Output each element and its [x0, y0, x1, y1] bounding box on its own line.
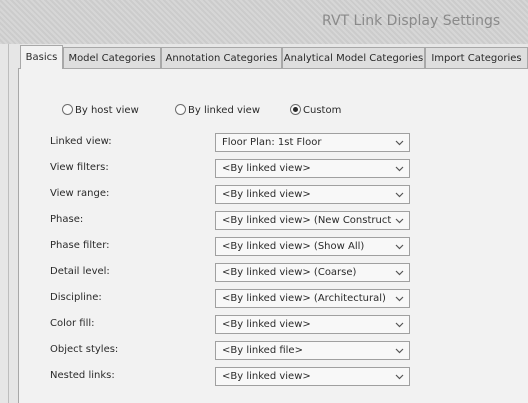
color-fill-value: <By linked view> — [222, 319, 311, 330]
chevron-down-icon — [395, 270, 404, 276]
phase-label: Phase: — [50, 214, 84, 225]
discipline-label: Discipline: — [50, 292, 102, 303]
nested-links-value: <By linked view> — [222, 371, 311, 382]
radio-unselected-icon — [62, 103, 73, 115]
view-filters-dropdown[interactable]: <By linked view> — [215, 159, 410, 178]
window-title: RVT Link Display Settings — [322, 13, 501, 29]
tab-import-categories[interactable]: Import Categories — [425, 47, 528, 68]
phase-dropdown[interactable]: <By linked view> (New Constructio — [215, 211, 410, 230]
chevron-down-icon — [395, 140, 404, 146]
radio-unselected-icon — [175, 103, 186, 115]
linked-view-value: Floor Plan: 1st Floor — [222, 137, 322, 148]
object-styles-dropdown[interactable]: <By linked file> — [215, 341, 410, 360]
phase-filter-label: Phase filter: — [50, 240, 110, 251]
dialog-left-border — [8, 44, 9, 403]
radio-selected-icon — [290, 103, 301, 115]
view-range-value: <By linked view> — [222, 189, 311, 200]
chevron-down-icon — [395, 166, 404, 172]
radio-by-linked-view[interactable]: By linked view — [175, 103, 260, 118]
radio-by-host-view[interactable]: By host view — [62, 103, 139, 118]
chevron-down-icon — [395, 322, 404, 328]
object-styles-label: Object styles: — [50, 344, 119, 355]
radio-by-linked-view-label: By linked view — [188, 105, 260, 116]
phase-filter-dropdown[interactable]: <By linked view> (Show All) — [215, 237, 410, 256]
linked-view-dropdown[interactable]: Floor Plan: 1st Floor — [215, 133, 410, 152]
phase-value: <By linked view> (New Constructio — [222, 215, 392, 226]
chevron-down-icon — [395, 218, 404, 224]
radio-custom-label: Custom — [303, 105, 342, 116]
tab-basics[interactable]: Basics — [20, 45, 63, 69]
discipline-value: <By linked view> (Architectural) — [222, 293, 386, 304]
chevron-down-icon — [395, 244, 404, 250]
phase-filter-value: <By linked view> (Show All) — [222, 241, 365, 252]
tab-analytical-model-categories[interactable]: Analytical Model Categories — [282, 47, 425, 68]
detail-level-value: <By linked view> (Coarse) — [222, 267, 357, 278]
radio-by-host-view-label: By host view — [75, 105, 139, 116]
detail-level-dropdown[interactable]: <By linked view> (Coarse) — [215, 263, 410, 282]
discipline-dropdown[interactable]: <By linked view> (Architectural) — [215, 289, 410, 308]
view-filters-value: <By linked view> — [222, 163, 311, 174]
color-fill-label: Color fill: — [50, 318, 95, 329]
detail-level-label: Detail level: — [50, 266, 110, 277]
object-styles-value: <By linked file> — [222, 345, 303, 356]
nested-links-dropdown[interactable]: <By linked view> — [215, 367, 410, 386]
view-range-dropdown[interactable]: <By linked view> — [215, 185, 410, 204]
chevron-down-icon — [395, 374, 404, 380]
color-fill-dropdown[interactable]: <By linked view> — [215, 315, 410, 334]
linked-view-label: Linked view: — [50, 136, 112, 147]
nested-links-label: Nested links: — [50, 370, 115, 381]
chevron-down-icon — [395, 348, 404, 354]
tab-model-categories[interactable]: Model Categories — [63, 47, 161, 68]
chevron-down-icon — [395, 296, 404, 302]
tab-annotation-categories[interactable]: Annotation Categories — [161, 47, 282, 68]
chevron-down-icon — [395, 192, 404, 198]
radio-custom[interactable]: Custom — [290, 103, 342, 118]
view-filters-label: View filters: — [50, 162, 109, 173]
view-range-label: View range: — [50, 188, 110, 199]
